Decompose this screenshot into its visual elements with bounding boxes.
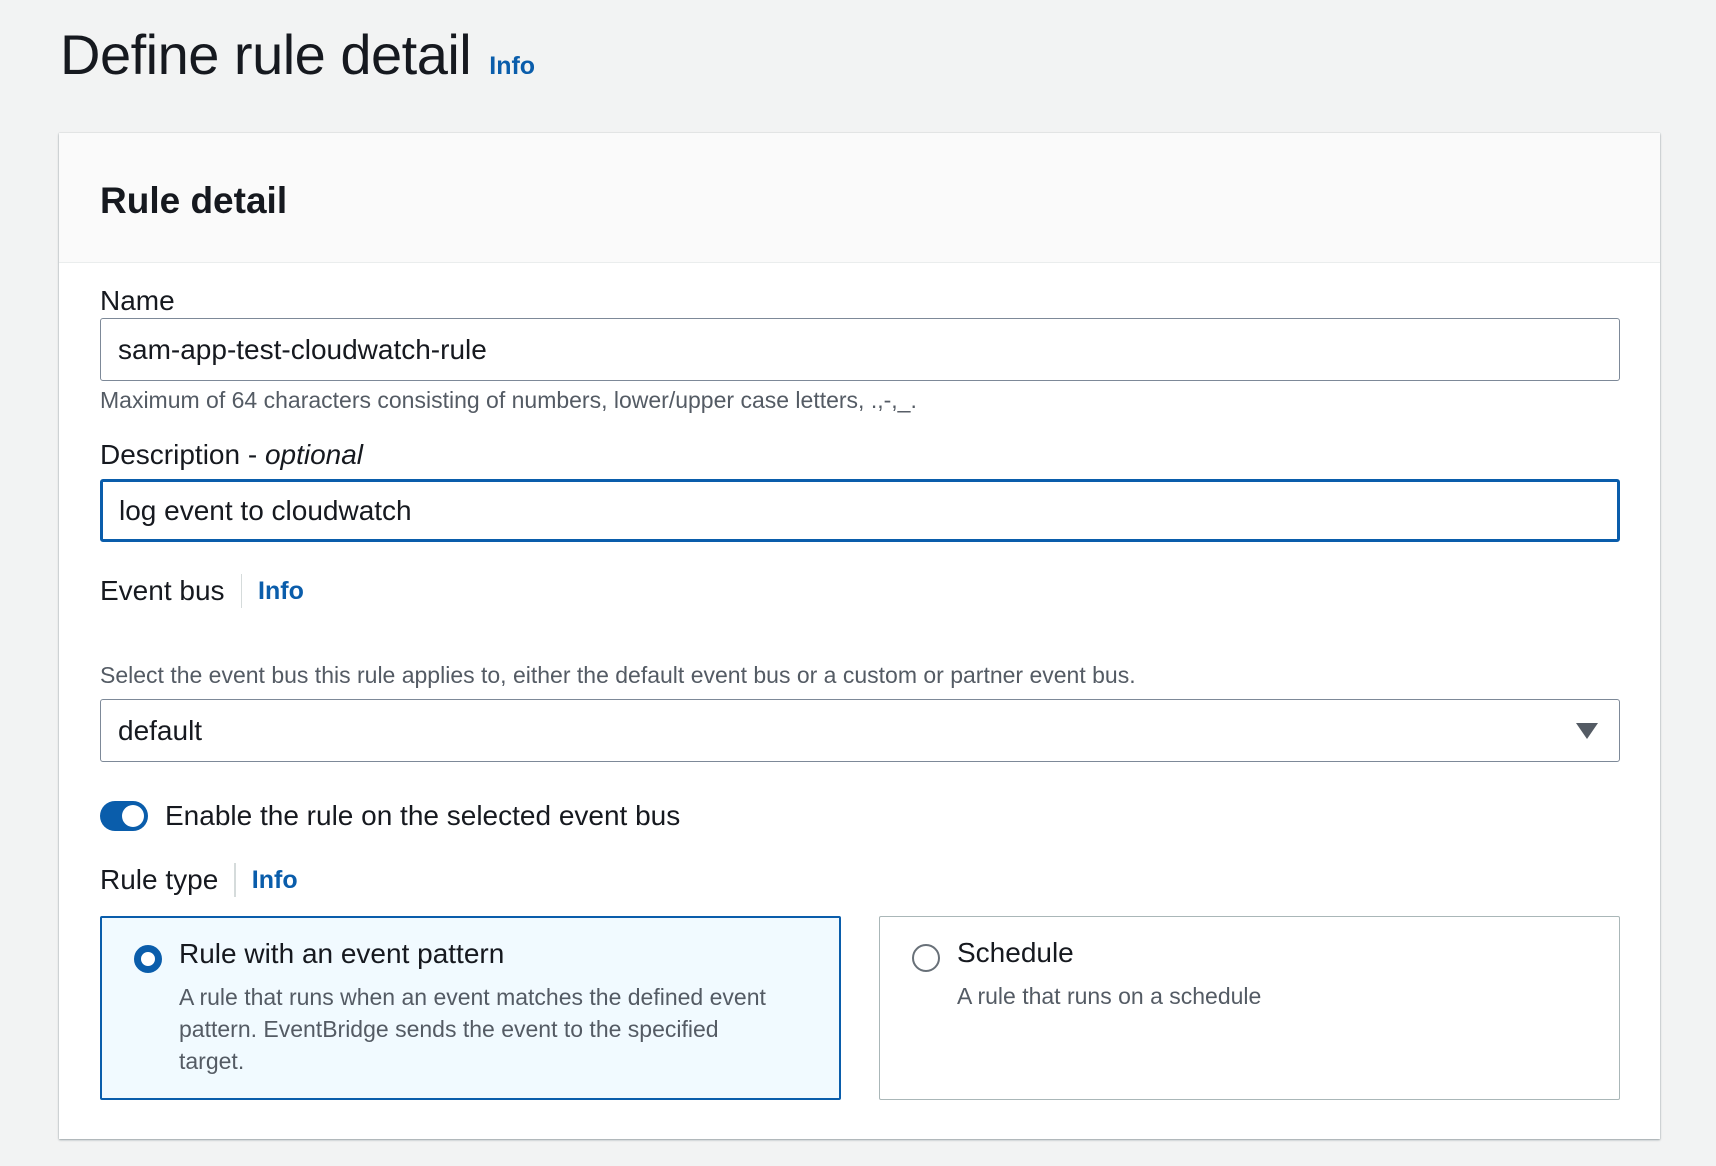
page-title: Define rule detail	[60, 23, 472, 86]
rule-type-info-link[interactable]: Info	[252, 866, 298, 895]
event-bus-select[interactable]: default	[100, 699, 1620, 762]
panel-header: Rule detail	[59, 133, 1660, 263]
enable-rule-row: Enable the rule on the selected event bu…	[100, 800, 680, 832]
event-bus-divider	[240, 574, 243, 608]
radio-unchecked-icon[interactable]	[912, 944, 940, 972]
enable-rule-label: Enable the rule on the selected event bu…	[165, 800, 681, 831]
rule-type-option-event-pattern[interactable]: Rule with an event pattern A rule that r…	[100, 916, 841, 1100]
rule-type-label: Rule type	[100, 864, 219, 895]
toggle-knob	[122, 805, 144, 827]
event-bus-label-row: Event bus Info	[100, 574, 304, 608]
name-input[interactable]	[100, 318, 1620, 381]
event-bus-selected-value: default	[118, 714, 203, 746]
page-info-link[interactable]: Info	[489, 52, 535, 81]
event-bus-hint: Select the event bus this rule applies t…	[100, 662, 1136, 688]
rule-type-option-schedule[interactable]: Schedule A rule that runs on a schedule	[879, 916, 1620, 1100]
enable-rule-toggle[interactable]	[100, 801, 148, 831]
option-title: Rule with an event pattern	[179, 938, 505, 969]
rule-type-label-row: Rule type Info	[100, 863, 298, 897]
description-input[interactable]	[100, 479, 1620, 542]
name-label: Name	[100, 285, 175, 316]
radio-checked-icon[interactable]	[134, 945, 162, 973]
description-label: Description - optional	[100, 439, 363, 471]
option-title: Schedule	[957, 937, 1074, 968]
option-description: A rule that runs when an event matches t…	[179, 984, 766, 1074]
event-bus-label: Event bus	[100, 575, 225, 606]
page-header: Define rule detail Info	[60, 22, 535, 87]
description-optional-text: optional	[264, 439, 364, 470]
description-label-text: Description -	[100, 439, 265, 470]
event-bus-info-link[interactable]: Info	[258, 577, 304, 606]
rule-detail-panel: Rule detail Name Maximum of 64 character…	[59, 133, 1660, 1139]
panel-title: Rule detail	[100, 179, 288, 221]
option-description: A rule that runs on a schedule	[957, 983, 1262, 1009]
rule-type-divider	[234, 863, 236, 897]
name-hint: Maximum of 64 characters consisting of n…	[100, 387, 917, 413]
caret-down-icon	[1576, 722, 1598, 739]
